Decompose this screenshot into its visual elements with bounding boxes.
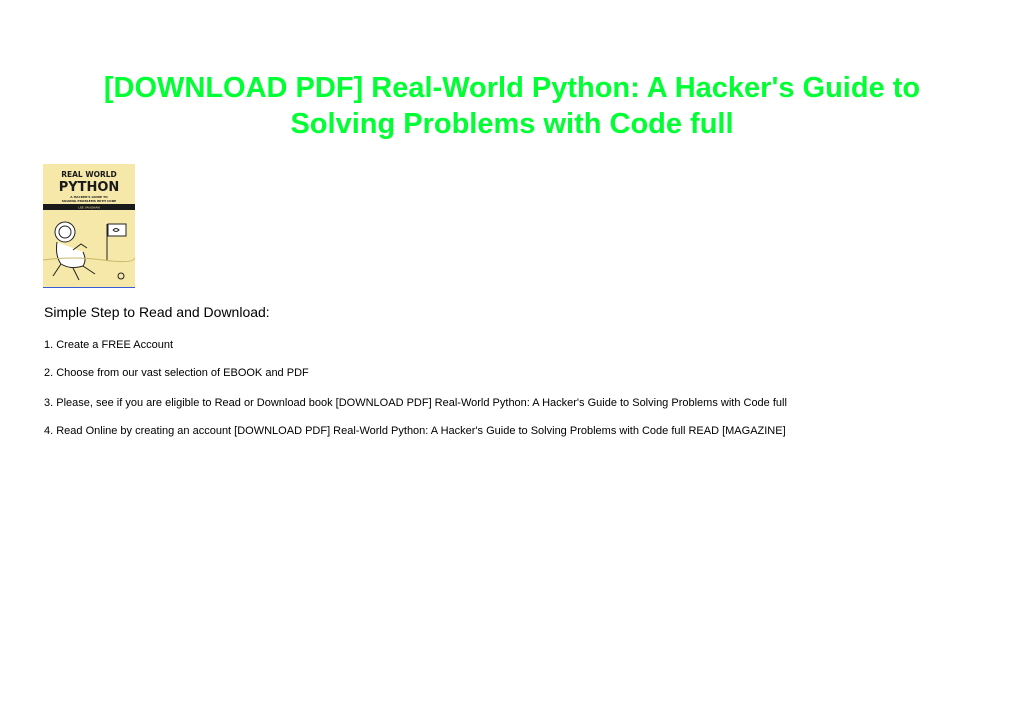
- page-title: [DOWNLOAD PDF] Real-World Python: A Hack…: [103, 72, 921, 140]
- cover-title-line2: PYTHON: [59, 180, 120, 195]
- step-1: 1. Create a FREE Account: [44, 339, 174, 351]
- book-cover-illustration: REAL WORLD PYTHON A HACKER'S GUIDE TO SO…: [43, 164, 135, 288]
- steps-heading: Simple Step to Read and Download:: [44, 304, 270, 320]
- cover-title-line1: REAL WORLD: [61, 170, 117, 179]
- step-4: 4. Read Online by creating an account [D…: [44, 425, 786, 437]
- cover-subtitle-line2: SOLVING PROBLEMS WITH CODE: [62, 199, 116, 203]
- step-3: 3. Please, see if you are eligible to Re…: [44, 397, 787, 409]
- cover-author: LEE VAUGHAN: [78, 206, 99, 210]
- book-cover-image: REAL WORLD PYTHON A HACKER'S GUIDE TO SO…: [43, 164, 135, 288]
- step-2: 2. Choose from our vast selection of EBO…: [44, 367, 309, 379]
